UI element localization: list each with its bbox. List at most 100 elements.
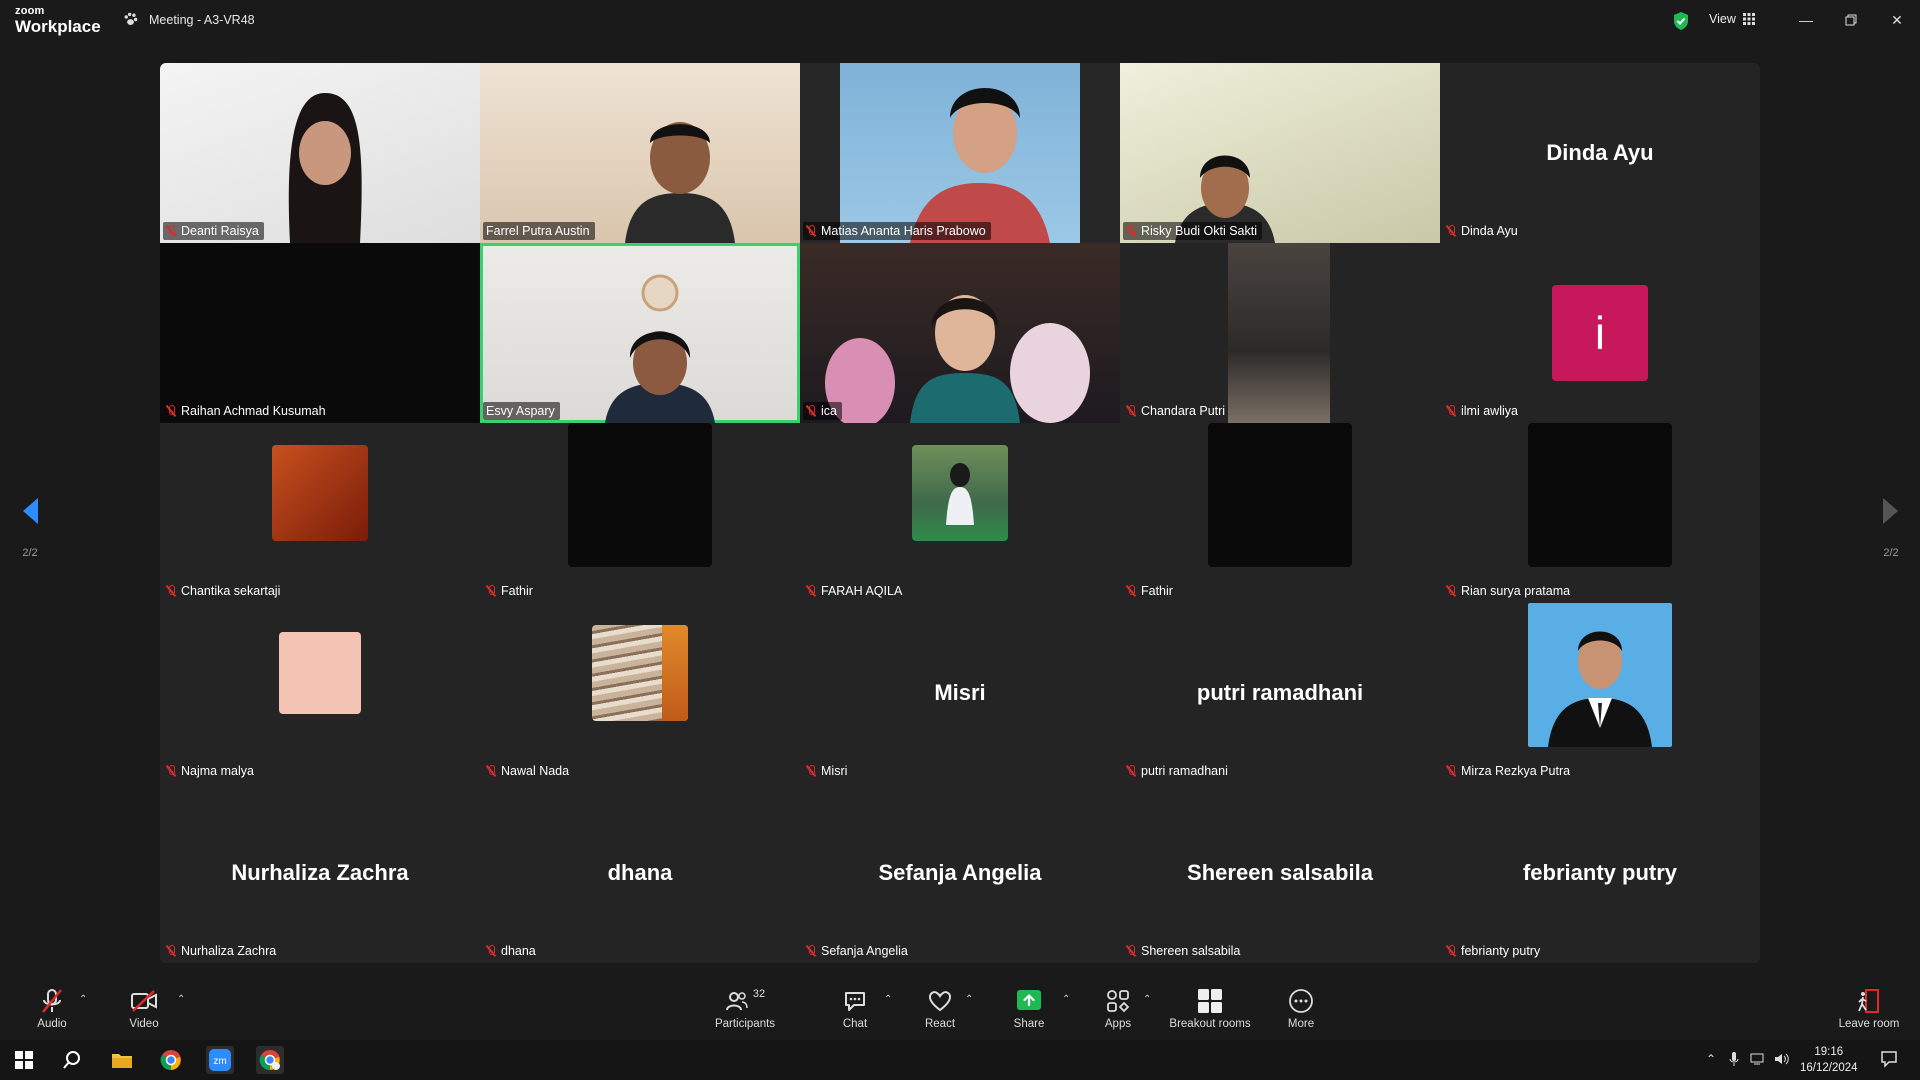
svg-text:zm: zm (213, 1056, 226, 1067)
view-button[interactable]: View (1709, 12, 1755, 26)
leave-room-button[interactable]: Leave room (1834, 986, 1904, 1030)
participant-display-name: febrianty putry (1522, 860, 1678, 885)
participant-label: Fathir (1123, 582, 1178, 600)
mic-muted-icon (806, 765, 816, 777)
chat-button[interactable]: Chat (835, 986, 875, 1030)
more-button[interactable]: More (1281, 986, 1321, 1030)
avatar (592, 625, 688, 721)
next-page-nav[interactable]: 2/2 (1871, 496, 1911, 559)
participant-tile[interactable]: Shereen salsabila Shereen salsabila (1120, 783, 1440, 963)
windows-start-icon[interactable] (10, 1046, 38, 1074)
mic-muted-icon (486, 765, 496, 777)
arrow-left-icon[interactable] (20, 496, 40, 526)
react-options-caret-icon[interactable]: ⌃ (965, 994, 973, 1005)
apps-button[interactable]: Apps (1098, 986, 1138, 1030)
participant-name: Nawal Nada (501, 764, 570, 778)
participant-tile[interactable]: Chantika sekartaji (160, 423, 480, 603)
chrome-profile-icon[interactable] (256, 1046, 284, 1074)
participant-tile[interactable]: Nurhaliza Zachra Nurhaliza Zachra (160, 783, 480, 963)
apps-options-caret-icon[interactable]: ⌃ (1143, 994, 1151, 1005)
participant-tile[interactable]: Najma malya (160, 603, 480, 783)
arrow-right-icon[interactable] (1881, 496, 1901, 526)
participant-label: Farrel Putra Austin (483, 222, 595, 240)
participant-label: ilmi awliya (1443, 402, 1523, 420)
participant-name: Matias Ananta Haris Prabowo (821, 224, 986, 238)
avatar (568, 423, 712, 567)
participant-label: Dinda Ayu (1443, 222, 1523, 240)
react-button[interactable]: React (920, 986, 960, 1030)
participant-display-name: Nurhaliza Zachra (231, 860, 409, 885)
participant-name: FARAH AQILA (821, 584, 903, 598)
participant-tile[interactable]: Matias Ananta Haris Prabowo (800, 63, 1120, 243)
participant-tile[interactable]: Nawal Nada (480, 603, 800, 783)
participant-label: Mirza Rezkya Putra (1443, 762, 1575, 780)
minimize-icon[interactable]: — (1793, 9, 1819, 31)
tray-chevron-up-icon[interactable]: ⌃ (1706, 1052, 1716, 1066)
close-icon[interactable]: ✕ (1884, 9, 1910, 31)
participant-tile[interactable]: Risky Budi Okti Sakti (1120, 63, 1440, 243)
taskbar-clock[interactable]: 19:16 16/12/2024 (1800, 1044, 1858, 1076)
participant-tile[interactable]: Fathir (480, 423, 800, 603)
participant-tile[interactable]: Rian surya pratama (1440, 423, 1760, 603)
participant-tile[interactable]: i ilmi awliya (1440, 243, 1760, 423)
participants-button[interactable]: 32 Participants (710, 986, 780, 1030)
share-options-caret-icon[interactable]: ⌃ (1062, 994, 1070, 1005)
participant-label: febrianty putry (1443, 942, 1545, 960)
notifications-icon[interactable] (1880, 1050, 1898, 1071)
participant-name: putri ramadhani (1141, 764, 1228, 778)
participant-name: Dinda Ayu (1461, 224, 1518, 238)
participant-tile[interactable]: Deanti Raisya (160, 63, 480, 243)
participant-label: Najma malya (163, 762, 259, 780)
security-shield-icon[interactable] (1672, 11, 1690, 31)
participant-tile[interactable]: Mirza Rezkya Putra (1440, 603, 1760, 783)
participants-icon (725, 992, 748, 1011)
title-bar: zoom Workplace Meeting - A3-VR48 View — … (0, 0, 1920, 43)
audio-label: Audio (37, 1018, 67, 1030)
avatar (912, 445, 1008, 541)
participant-name: Chandara Putri (1141, 404, 1226, 418)
tray-microphone-icon[interactable] (1729, 1052, 1739, 1069)
participant-name: febrianty putry (1461, 944, 1541, 958)
participant-tile[interactable]: putri ramadhani putri ramadhani (1120, 603, 1440, 783)
chrome-icon[interactable] (157, 1046, 185, 1074)
mic-muted-icon (806, 405, 816, 417)
participant-tile[interactable]: Misri Misri (800, 603, 1120, 783)
participant-tile[interactable]: ica (800, 243, 1120, 423)
search-icon[interactable] (58, 1046, 86, 1074)
video-options-caret-icon[interactable]: ⌃ (177, 994, 185, 1005)
breakout-rooms-button[interactable]: Breakout rooms (1160, 986, 1260, 1030)
participant-tile-active-speaker[interactable]: Esvy Aspary (480, 243, 800, 423)
participant-label: Raihan Achmad Kusumah (163, 402, 331, 420)
participant-tile[interactable]: FARAH AQILA (800, 423, 1120, 603)
participant-tile[interactable]: Fathir (1120, 423, 1440, 603)
participant-label: Rian surya pratama (1443, 582, 1575, 600)
video-button[interactable]: Video (122, 986, 166, 1030)
participant-name: Deanti Raisya (181, 224, 259, 238)
avatar (279, 632, 361, 714)
participant-display-name: Misri (934, 680, 986, 705)
meeting-title[interactable]: Meeting - A3-VR48 (122, 11, 255, 28)
chat-options-caret-icon[interactable]: ⌃ (884, 994, 892, 1005)
audio-options-caret-icon[interactable]: ⌃ (79, 994, 87, 1005)
participant-name: Chantika sekartaji (181, 584, 281, 598)
restore-icon[interactable] (1838, 9, 1864, 31)
prev-page-nav[interactable]: 2/2 (10, 496, 50, 559)
file-explorer-icon[interactable] (108, 1046, 136, 1074)
tray-volume-icon[interactable] (1774, 1052, 1790, 1069)
participant-tile[interactable]: Chandara Putri (1120, 243, 1440, 423)
zoom-app-icon[interactable]: zm (206, 1046, 234, 1074)
participant-tile[interactable]: Dinda Ayu Dinda Ayu (1440, 63, 1760, 243)
share-button[interactable]: Share (1009, 986, 1049, 1030)
mic-muted-icon (1446, 945, 1456, 957)
audio-button[interactable]: Audio (30, 986, 74, 1030)
paw-icon (124, 12, 138, 26)
avatar: i (1552, 285, 1648, 381)
participant-tile[interactable]: febrianty putry febrianty putry (1440, 783, 1760, 963)
avatar (1208, 423, 1352, 567)
participant-tile[interactable]: Sefanja Angelia Sefanja Angelia (800, 783, 1120, 963)
participant-label: dhana (483, 942, 541, 960)
participant-tile[interactable]: Farrel Putra Austin (480, 63, 800, 243)
participant-tile[interactable]: Raihan Achmad Kusumah (160, 243, 480, 423)
participant-tile[interactable]: dhana dhana (480, 783, 800, 963)
tray-network-icon[interactable] (1750, 1052, 1766, 1069)
